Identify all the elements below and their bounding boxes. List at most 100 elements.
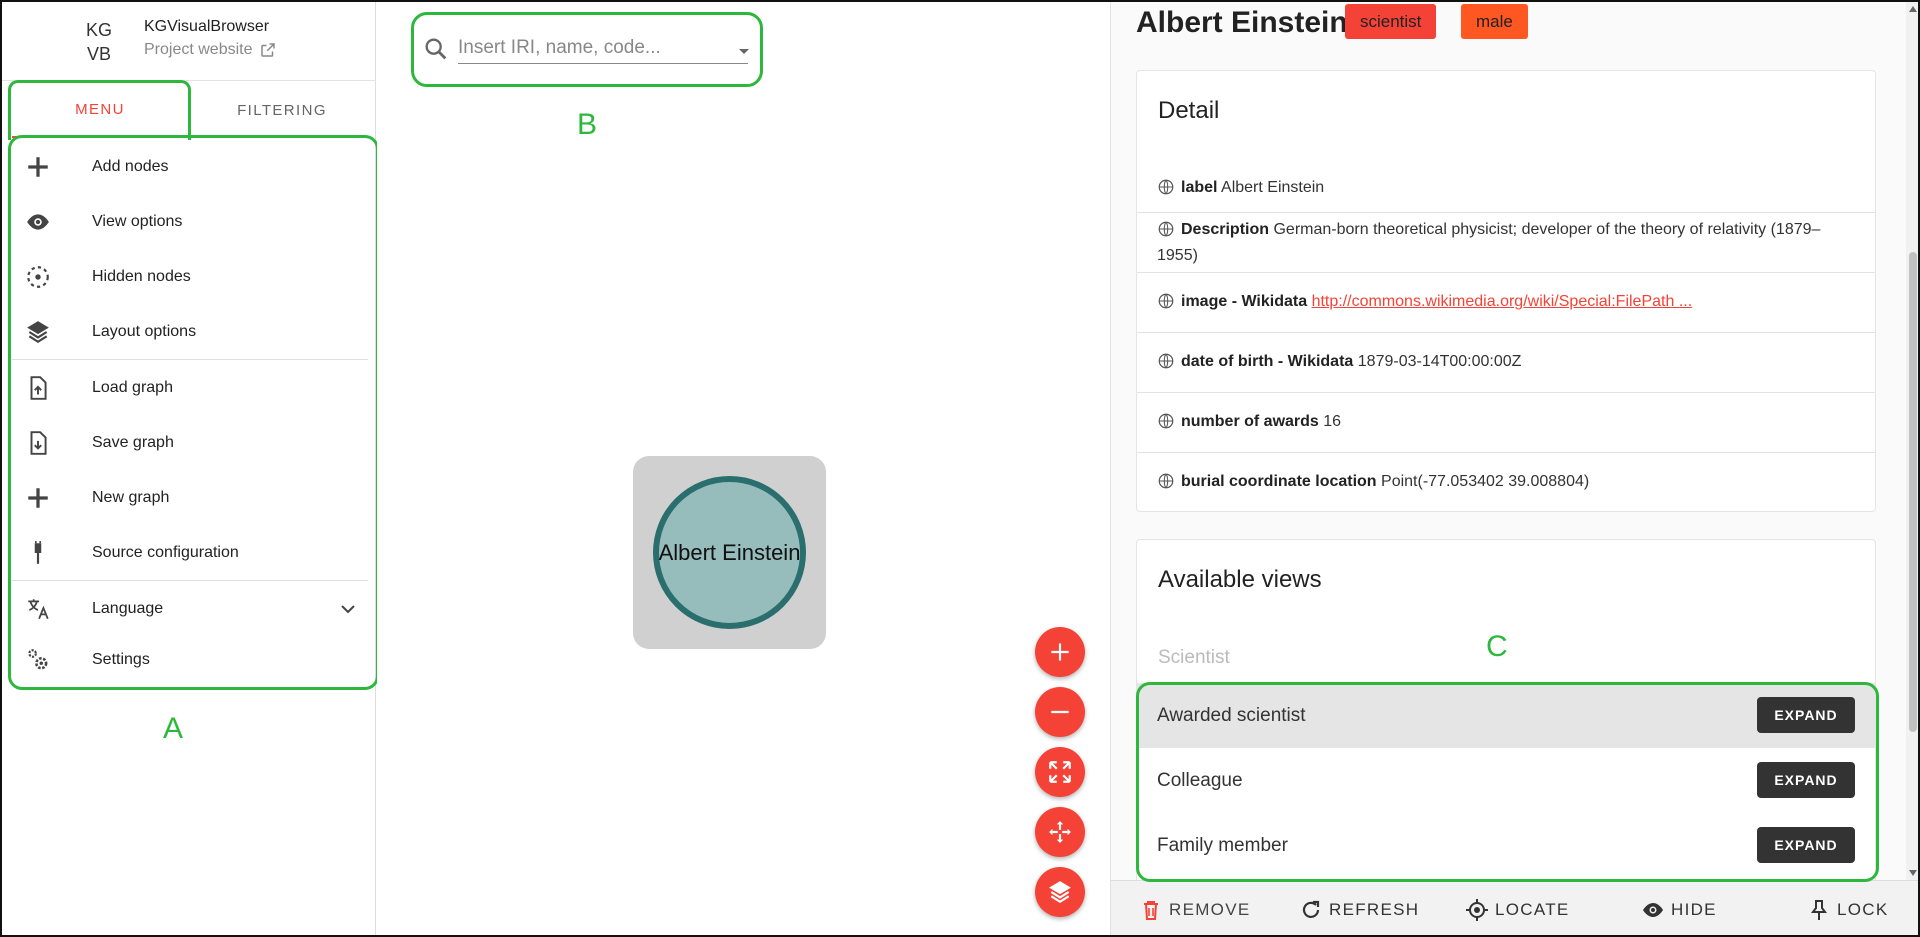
view-row-family-member[interactable]: Family member EXPAND [1137,813,1875,878]
menu-item-language[interactable]: Language [12,581,372,636]
graph-node-label: Albert Einstein [658,539,801,565]
menu-label: Layout options [92,322,197,340]
view-row-colleague[interactable]: Colleague EXPAND [1137,748,1875,813]
globe-icon [1158,221,1174,237]
cogs-icon [24,646,52,674]
tab-menu[interactable]: MENU [12,82,188,138]
remove-button[interactable]: REMOVE [1139,881,1251,935]
entity-title: Albert Einstein [1136,6,1348,39]
entity-panel: Albert Einstein scientist male Detail la… [1110,2,1918,935]
menu-item-layout-options[interactable]: Layout options [12,304,372,359]
eye-icon [1643,902,1663,917]
expand-button[interactable]: EXPAND [1757,762,1855,798]
node-actions-bar: REMOVE REFRESH LOCATE HIDE LOCK [1111,880,1918,935]
menu-label: Settings [92,651,150,668]
logo-line-2: VB [86,44,111,64]
tab-filtering[interactable]: FILTERING [188,82,376,138]
menu-label: Hidden nodes [92,267,191,285]
external-link-icon [260,43,275,57]
sidebar-tabs: MENU FILTERING [2,82,376,138]
trash-icon [1144,900,1158,920]
view-row-awarded-scientist[interactable]: Awarded scientist EXPAND [1137,683,1875,748]
class-badge[interactable]: scientist [1345,4,1437,39]
chevron-down-icon [341,604,355,613]
property-value: 16 [1323,413,1342,430]
globe-icon [1158,413,1174,429]
class-badge[interactable]: male [1461,4,1528,39]
image-link[interactable]: http://commons.wikimedia.org/wiki/Specia… [1312,293,1693,310]
eye-icon [24,208,52,236]
search-input[interactable] [458,32,748,64]
scroll-down-icon[interactable] [1909,870,1917,876]
menu-item-settings[interactable]: Settings [12,636,372,684]
plug-icon [24,539,52,567]
annotation-label-a: A [163,712,184,745]
menu-item-hidden-nodes[interactable]: Hidden nodes [12,249,372,304]
fit-view-button[interactable] [1035,747,1085,797]
minus-icon [1051,710,1069,714]
sidebar: KG VB KGVisualBrowser Project website ME… [2,2,376,935]
menu-label: Save graph [92,433,174,451]
dropdown-arrow-icon[interactable] [732,39,756,63]
file-upload-icon [24,374,52,402]
lock-button[interactable]: LOCK [1807,881,1889,935]
view-label: Awarded scientist [1157,704,1306,726]
detail-card: Detail label Albert Einstein Description… [1136,70,1876,512]
property-name: image - Wikidata [1181,293,1308,310]
refresh-button[interactable]: REFRESH [1299,881,1419,935]
menu-item-load-graph[interactable]: Load graph [12,360,372,415]
project-website-link[interactable]: Project website [144,41,277,59]
property-row: date of birth - Wikidata 1879-03-14T00:0… [1137,333,1875,393]
pin-icon [1811,899,1827,920]
property-name: date of birth - Wikidata [1181,353,1354,370]
layout-move-button[interactable] [1035,807,1085,857]
locate-button[interactable]: LOCATE [1465,881,1570,935]
views-title: Available views [1158,566,1322,593]
plus-icon [24,484,52,512]
property-value: 1879-03-14T00:00:00Z [1357,353,1522,370]
property-row: image - Wikidata http://commons.wikimedi… [1137,273,1875,333]
dashed-circle-icon [24,263,52,291]
file-download-icon [24,429,52,457]
expand-button[interactable]: EXPAND [1757,697,1855,733]
graph-node[interactable]: Albert Einstein [653,476,806,629]
property-name: Description [1181,221,1270,238]
zoom-out-button[interactable] [1035,687,1085,737]
views-category: Scientist [1158,647,1230,668]
property-row: label Albert Einstein [1137,163,1875,213]
property-row: number of awards 16 [1137,393,1875,453]
translate-icon [24,595,52,623]
crosshair-icon [1466,898,1488,921]
expand-button[interactable]: EXPAND [1757,827,1855,863]
panel-scrollbar[interactable] [1906,2,1918,880]
app-name: KGVisualBrowser [144,18,270,35]
fit-screen-icon [1049,761,1071,783]
property-name: label [1181,179,1218,196]
brand-header: KG VB KGVisualBrowser Project website [2,2,376,81]
layers-button[interactable] [1035,867,1085,917]
property-row: burial coordinate location Point(-77.053… [1137,453,1875,511]
property-value: Albert Einstein [1221,179,1325,196]
menu-item-new-graph[interactable]: New graph [12,470,372,525]
annotation-label-b: B [577,108,598,141]
menu-item-view-options[interactable]: View options [12,194,372,249]
property-name: burial coordinate location [1181,473,1377,490]
menu-item-add-nodes[interactable]: Add nodes [12,139,372,194]
available-views-card: Available views Scientist Awarded scient… [1136,539,1876,884]
zoom-in-button[interactable] [1035,627,1085,677]
remove-label: REMOVE [1169,899,1251,919]
globe-icon [1158,293,1174,309]
globe-icon [1158,179,1174,195]
scrollbar-thumb[interactable] [1909,252,1917,732]
menu-label: View options [92,212,183,230]
globe-icon [1158,353,1174,369]
menu-item-save-graph[interactable]: Save graph [12,415,372,470]
property-value: Point(-77.053402 39.008804) [1381,473,1590,490]
project-website-label: Project website [144,41,253,58]
menu-item-source-configuration[interactable]: Source configuration [12,525,372,580]
hide-button[interactable]: HIDE [1641,881,1717,935]
graph-canvas[interactable]: B Albert Einstein [377,2,1110,935]
scroll-up-icon[interactable] [1909,6,1917,12]
layers-icon [24,318,52,346]
property-name: number of awards [1181,413,1319,430]
